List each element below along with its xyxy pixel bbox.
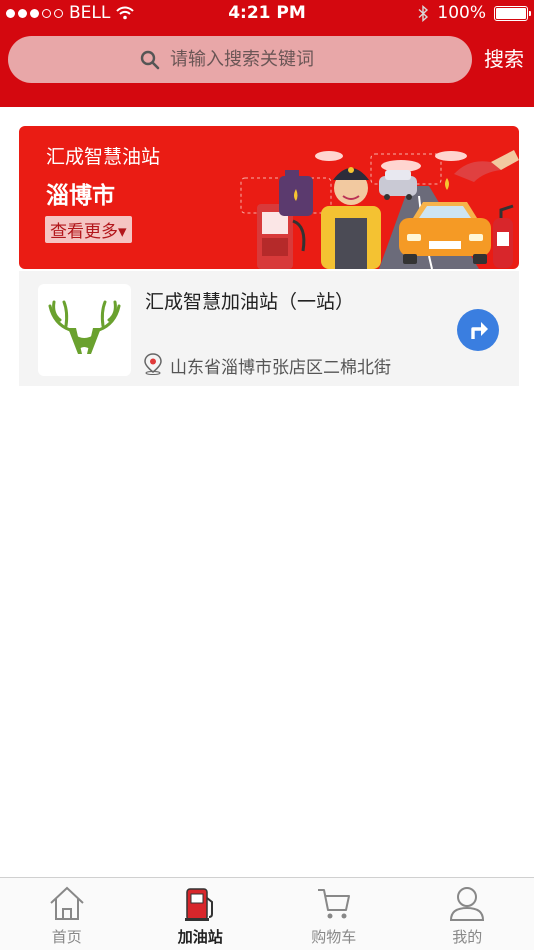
station-name: 汇成智慧加油站（一站）: [145, 291, 355, 313]
attendant: [321, 167, 381, 269]
antler-logo-icon: [48, 300, 121, 354]
tab-cart-label: 购物车: [311, 928, 357, 946]
station-address: 山东省淄博市张店区二棉北街: [170, 358, 391, 378]
tab-home-label: 首页: [51, 928, 82, 946]
search-bar[interactable]: [8, 36, 472, 83]
tab-gas-station-label: 加油站: [177, 928, 223, 946]
status-right: 100%: [418, 3, 531, 23]
app-header: BELL 4:21 PM 100% 搜索: [0, 0, 534, 107]
search-button[interactable]: 搜索: [480, 44, 528, 74]
battery-icon: [494, 5, 531, 21]
tab-home[interactable]: 首页: [0, 878, 134, 950]
directions-icon: [471, 322, 488, 339]
fuel-can: [279, 170, 313, 216]
banner-city: 淄博市: [46, 183, 115, 209]
station-card[interactable]: 汇成智慧加油站（一站） 山东省淄博市张店区二棉北街: [19, 271, 519, 386]
view-more-button[interactable]: 查看更多▾: [45, 216, 132, 243]
search-icon: [140, 50, 160, 69]
city-banner[interactable]: 汇成智慧油站 淄博市 查看更多▾: [19, 126, 519, 269]
status-bar: BELL 4:21 PM 100%: [0, 0, 534, 28]
tab-cart[interactable]: 购物车: [267, 878, 401, 950]
tab-gas-station[interactable]: 加油站: [134, 878, 268, 950]
fuel-pump-icon: [185, 888, 214, 921]
tab-profile[interactable]: 我的: [401, 878, 534, 950]
battery-percent: 100%: [437, 3, 486, 23]
fire-extinguisher: [493, 204, 514, 268]
search-input[interactable]: [170, 49, 340, 70]
bluetooth-icon: [418, 4, 429, 22]
navigate-button[interactable]: [457, 309, 499, 351]
station-logo: [38, 284, 131, 376]
small-car: [379, 170, 417, 200]
banner-title: 汇成智慧油站: [46, 146, 161, 168]
bottom-tab-bar: 首页 加油站 购物车 我的: [0, 877, 534, 950]
home-icon: [50, 886, 84, 920]
gas-station-illustration: [240, 150, 519, 269]
user-icon: [450, 887, 485, 921]
location-pin-icon: [144, 353, 162, 375]
cart-icon: [317, 889, 350, 919]
tab-profile-label: 我的: [452, 928, 483, 946]
